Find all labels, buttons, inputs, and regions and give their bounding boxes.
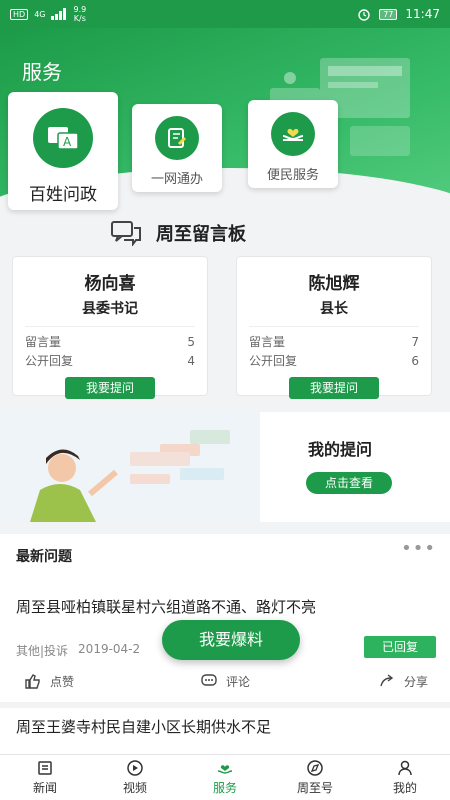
question-category: 其他|投诉: [16, 644, 69, 658]
compass-icon: [307, 760, 323, 776]
tab-zhouzhi-hao[interactable]: 周至号: [270, 755, 360, 800]
status-badge: 已回复: [364, 636, 436, 658]
network-type: 4G: [34, 9, 46, 19]
ask-question-button[interactable]: 我要提问: [289, 377, 379, 399]
document-pen-icon: [155, 116, 199, 160]
service-label: 便民服务: [266, 168, 319, 183]
page-title: 服务: [22, 60, 62, 84]
clock: 11:47: [405, 7, 440, 21]
board-heading: 周至留言板: [110, 220, 246, 246]
battery-indicator: 77: [379, 8, 398, 20]
question-date: 2019-04-2: [78, 642, 141, 656]
status-bar: HD 4G 9.9 K/s 77 11:47: [0, 0, 450, 28]
service-label: 一网通办: [150, 172, 203, 187]
network-speed: 9.9 K/s: [73, 5, 87, 23]
hd-indicator: HD: [10, 8, 29, 20]
thumbs-up-icon: [25, 674, 40, 689]
reply-count-row: 公开回复 4: [25, 354, 195, 368]
message-count-row: 留言量 5: [25, 335, 195, 349]
tab-profile[interactable]: 我的: [360, 755, 450, 800]
profile-icon: [398, 760, 412, 776]
question-title[interactable]: 周至县哑柏镇联星村六组道路不通、路灯不亮: [16, 596, 316, 617]
bottom-tab-bar: 新闻 视频 服务 周至号 我的: [0, 754, 450, 800]
my-questions-title: 我的提问: [308, 440, 373, 459]
service-card-baixing-wenzheng[interactable]: A 百姓问政: [8, 92, 118, 210]
leader-card-chen[interactable]: 陈旭辉 县长 留言量 7 公开回复 6 我要提问: [236, 256, 432, 399]
divider: [0, 702, 450, 708]
question-meta: 其他|投诉 2019-04-2: [16, 642, 166, 659]
comment-icon: [201, 674, 217, 686]
my-questions-banner[interactable]: 我的提问 点击查看: [0, 412, 450, 522]
section-title: 最新问题: [16, 549, 72, 565]
leader-name: 杨向喜: [84, 274, 136, 294]
video-icon: [127, 760, 143, 776]
signal-icon: [51, 8, 67, 20]
person-chat-illustration: [0, 412, 260, 522]
chat-A-icon: A: [33, 108, 93, 168]
board-title: 周至留言板: [156, 224, 246, 245]
chat-bubbles-icon: [111, 221, 141, 246]
report-tip-button[interactable]: 我要爆料: [162, 620, 300, 660]
leader-card-yang[interactable]: 杨向喜 县委书记 留言量 5 公开回复 4 我要提问: [12, 256, 208, 399]
alarm-icon: [358, 9, 370, 21]
tab-news[interactable]: 新闻: [0, 755, 90, 800]
message-count-row: 留言量 7: [249, 335, 419, 349]
tab-video[interactable]: 视频: [90, 755, 180, 800]
leader-role: 县长: [320, 301, 348, 317]
question-actions: 点赞 评论 分享: [0, 672, 450, 698]
question-title[interactable]: 周至王婆寺村民自建小区长期供水不足: [16, 716, 271, 737]
leader-name: 陈旭辉: [308, 274, 360, 294]
news-icon: [38, 761, 52, 775]
share-button[interactable]: 分享: [378, 672, 428, 690]
tab-service[interactable]: 服务: [180, 755, 270, 800]
like-button[interactable]: 点赞: [24, 672, 74, 690]
leader-role: 县委书记: [82, 301, 138, 317]
share-icon: [380, 674, 394, 687]
heart-hands-icon: [271, 112, 315, 156]
more-icon[interactable]: •••: [401, 538, 436, 559]
comment-button[interactable]: 评论: [200, 672, 250, 690]
service-label: 百姓问政: [29, 185, 97, 205]
reply-count-row: 公开回复 6: [249, 354, 419, 368]
service-card-bianmin-fuwu[interactable]: 便民服务: [248, 100, 338, 188]
svg-text:A: A: [63, 135, 72, 149]
view-my-questions-button[interactable]: 点击查看: [306, 472, 392, 494]
service-heart-icon: [217, 765, 233, 774]
service-card-yiwang-tongban[interactable]: 一网通办: [132, 104, 222, 192]
ask-question-button[interactable]: 我要提问: [65, 377, 155, 399]
